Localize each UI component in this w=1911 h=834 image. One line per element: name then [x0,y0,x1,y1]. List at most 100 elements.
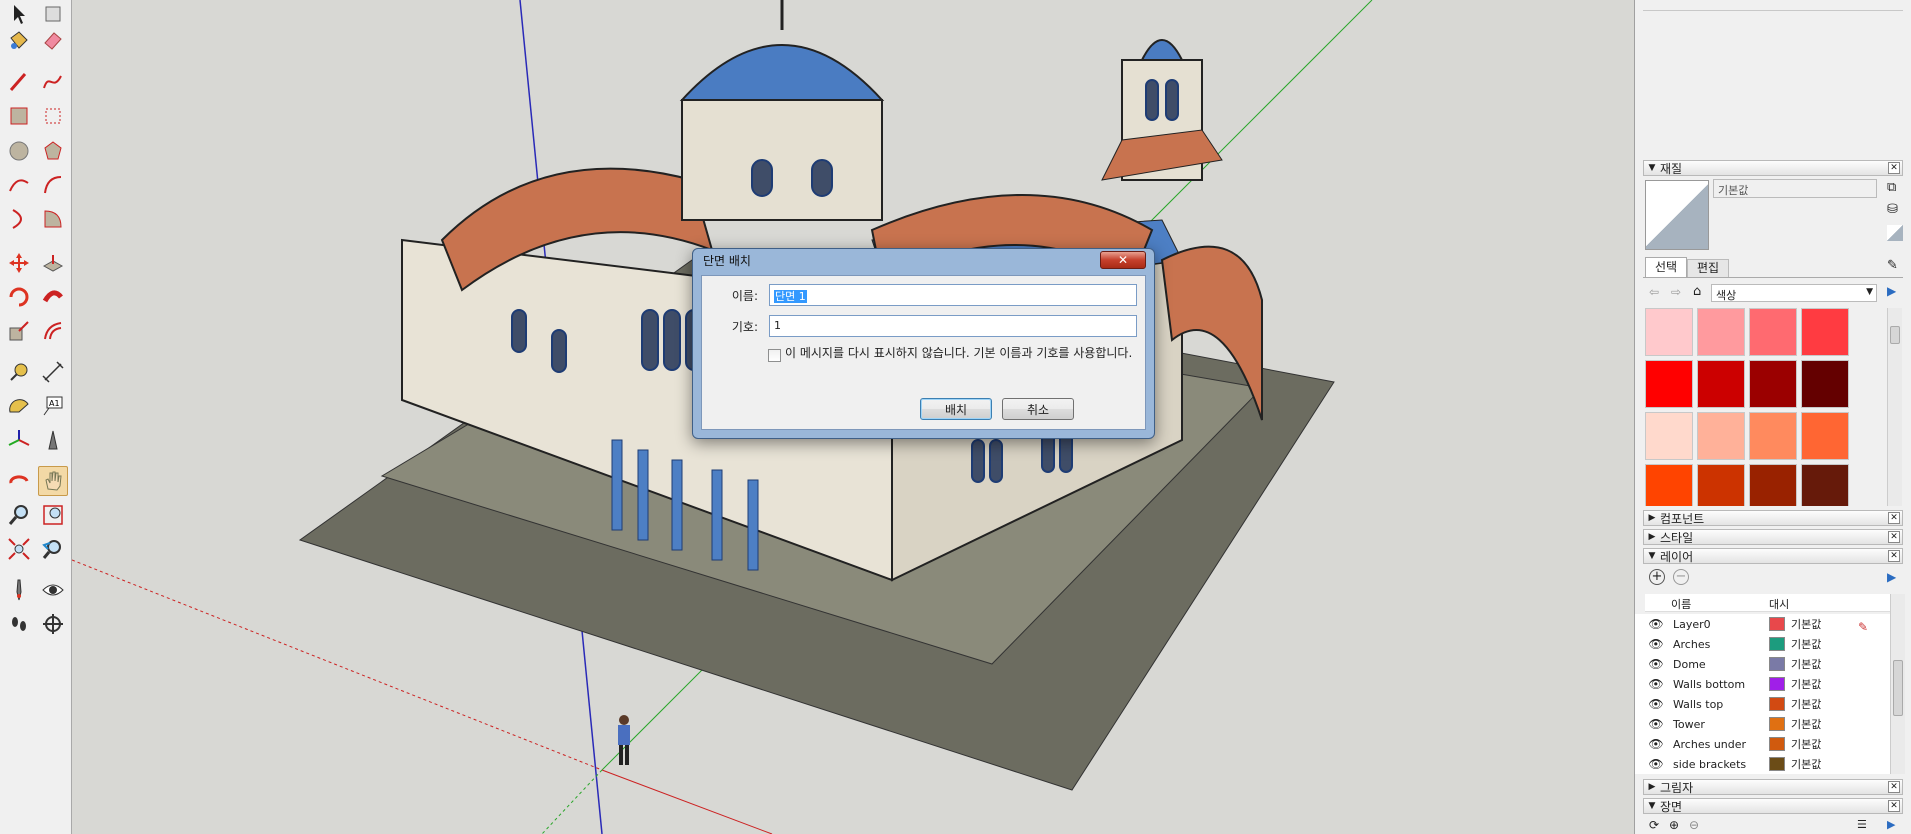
visibility-eye-icon[interactable]: 👁 [1645,717,1667,731]
layer-row[interactable]: 👁 Arches 기본값 [1645,634,1895,654]
layer-color-swatch[interactable] [1769,677,1785,691]
section-plane-icon[interactable] [38,609,68,639]
refresh-scene-icon[interactable]: ⟳ [1649,818,1659,832]
walk-footprints-icon[interactable] [4,609,34,639]
visibility-eye-icon[interactable]: 👁 [1645,657,1667,671]
back-arrow-icon[interactable]: ⇦ [1649,285,1659,299]
zoom-window-icon[interactable] [38,500,68,530]
follow-me-icon[interactable] [38,282,68,312]
protractor-icon[interactable] [4,391,34,421]
default-material-icon[interactable] [1887,225,1903,241]
swatch-scrollbar[interactable] [1887,308,1902,506]
rectangle-icon[interactable] [4,101,34,131]
layer-dash-value[interactable]: 기본값 [1791,636,1821,652]
layer-color-swatch[interactable] [1769,737,1785,751]
layer-dash-value[interactable]: 기본값 [1791,716,1821,732]
look-around-icon[interactable] [38,575,68,605]
color-swatch[interactable] [1801,308,1849,356]
sample-material-icon[interactable]: ⛁ [1887,202,1898,217]
layers-scroll-thumb[interactable] [1893,660,1903,716]
eyedropper-icon[interactable]: ✎ [1887,258,1898,273]
text-label-icon[interactable]: A1 [38,391,68,421]
eraser-icon[interactable] [38,25,68,55]
color-swatch[interactable] [1801,464,1849,506]
three-point-arc-icon[interactable] [4,204,34,234]
color-swatch[interactable] [1749,360,1797,408]
paint-bucket-icon[interactable] [4,25,34,55]
visibility-eye-icon[interactable]: 👁 [1645,617,1667,631]
layers-scrollbar[interactable] [1890,594,1905,774]
tab-edit[interactable]: 편집 [1687,259,1729,277]
add-layer-icon[interactable]: + [1649,569,1665,585]
close-panel-icon[interactable]: ✕ [1888,162,1900,174]
pencil-icon[interactable] [4,67,34,97]
cancel-button[interactable]: 취소 [1002,398,1074,420]
close-panel-icon[interactable]: ✕ [1888,550,1900,562]
two-point-arc-icon[interactable] [38,170,68,200]
visibility-eye-icon[interactable]: 👁 [1645,757,1667,771]
layer-color-swatch[interactable] [1769,757,1785,771]
color-swatch[interactable] [1697,464,1745,506]
close-panel-icon[interactable]: ✕ [1888,800,1900,812]
layer-row[interactable]: 👁 Dome 기본값 [1645,654,1895,674]
layer-dash-value[interactable]: 기본값 [1791,656,1821,672]
library-select[interactable]: 색상 ▼ [1711,284,1877,302]
forward-arrow-icon[interactable]: ⇨ [1671,285,1681,299]
close-panel-icon[interactable]: ✕ [1888,531,1900,543]
circle-icon[interactable] [4,136,34,166]
home-icon[interactable]: ⌂ [1693,284,1701,299]
layers-header[interactable]: ▼ 레이어 ✕ [1643,548,1903,564]
details-arrow-icon[interactable]: ▶ [1887,284,1896,298]
components-header[interactable]: ▶ 컴포넌트 ✕ [1643,510,1903,526]
column-name-header[interactable]: 이름 [1671,596,1691,612]
tab-select[interactable]: 선택 [1645,257,1687,277]
remove-layer-icon[interactable]: − [1673,569,1689,585]
layer-color-swatch[interactable] [1769,617,1785,631]
rotate-icon[interactable] [4,282,34,312]
close-panel-icon[interactable]: ✕ [1888,781,1900,793]
close-button[interactable]: ✕ [1100,251,1146,269]
remove-scene-icon[interactable]: ⊖ [1689,818,1699,832]
rotated-rectangle-icon[interactable] [38,101,68,131]
material-name-field[interactable]: 기본값 [1713,179,1877,198]
layer-row[interactable]: 👁 Tower 기본값 [1645,714,1895,734]
color-swatch[interactable] [1801,360,1849,408]
pan-hand-icon[interactable] [38,466,68,496]
orbit-icon[interactable] [4,466,34,496]
styles-header[interactable]: ▶ 스타일 ✕ [1643,529,1903,545]
color-swatch[interactable] [1801,412,1849,460]
create-material-icon[interactable]: ⧉ [1887,180,1896,195]
visibility-eye-icon[interactable]: 👁 [1645,677,1667,691]
dont-show-again-checkbox[interactable] [768,349,781,362]
name-input[interactable]: 단면 1 [769,284,1137,306]
arc-icon[interactable] [4,170,34,200]
color-swatch[interactable] [1645,360,1693,408]
push-pull-icon[interactable] [38,248,68,278]
dimension-icon[interactable] [38,357,68,387]
visibility-eye-icon[interactable]: 👁 [1645,737,1667,751]
scale-icon[interactable] [4,316,34,346]
layer-row[interactable]: 👁 side brackets 기본값 [1645,754,1895,774]
freehand-icon[interactable] [38,67,68,97]
place-button[interactable]: 배치 [920,398,992,420]
layer-dash-value[interactable]: 기본값 [1791,756,1821,772]
layer-dash-value[interactable]: 기본값 [1791,696,1821,712]
layer-dash-value[interactable]: 기본값 [1791,736,1821,752]
layer-dash-value[interactable]: 기본값 [1791,616,1821,632]
column-dash-header[interactable]: 대시 [1769,596,1789,612]
layer-color-swatch[interactable] [1769,657,1785,671]
layer-row[interactable]: 👁 Walls top 기본값 [1645,694,1895,714]
move-icon[interactable] [4,248,34,278]
position-camera-icon[interactable] [4,575,34,605]
layer-color-swatch[interactable] [1769,717,1785,731]
scenes-header[interactable]: ▼ 장면 ✕ [1643,798,1903,814]
previous-view-icon[interactable] [38,534,68,564]
materials-header[interactable]: ▼ 재질 ✕ [1643,160,1903,176]
color-swatch[interactable] [1697,360,1745,408]
color-swatch[interactable] [1645,464,1693,506]
symbol-input[interactable]: 1 [769,315,1137,337]
color-swatch[interactable] [1749,412,1797,460]
visibility-eye-icon[interactable]: 👁 [1645,697,1667,711]
swatch-scroll-thumb[interactable] [1890,326,1900,344]
layer-color-swatch[interactable] [1769,637,1785,651]
